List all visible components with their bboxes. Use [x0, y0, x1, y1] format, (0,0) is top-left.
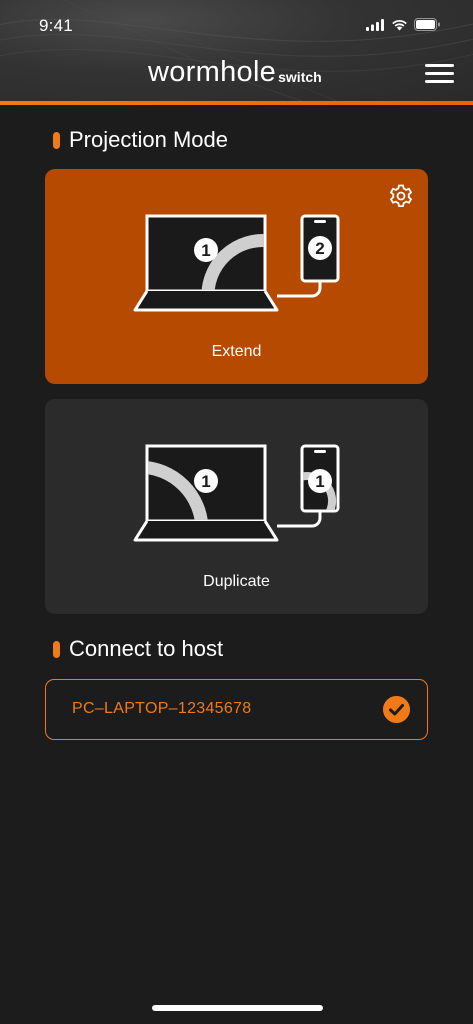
duplicate-label: Duplicate	[203, 573, 270, 590]
status-bar: 9:41	[0, 0, 473, 54]
extend-laptop-badge: 1	[201, 241, 210, 260]
gear-icon[interactable]	[388, 183, 414, 209]
cellular-signal-icon	[366, 18, 384, 31]
projection-mode-title: Projection Mode	[69, 127, 228, 152]
battery-icon	[414, 18, 440, 31]
app-logo: wormhole switch	[148, 56, 322, 88]
header-accent-line	[0, 101, 473, 105]
hamburger-menu-icon[interactable]	[425, 64, 455, 84]
duplicate-laptop-badge: 1	[201, 472, 210, 491]
extend-label: Extend	[211, 343, 262, 360]
extend-illustration: 1 2	[133, 214, 340, 312]
host-list-item[interactable]: PC–LAPTOP–12345678	[45, 679, 428, 740]
projection-mode-heading: Projection Mode	[53, 127, 228, 153]
connect-host-title: Connect to host	[69, 636, 224, 661]
section-marker	[53, 640, 60, 658]
logo-wordmark: wormhole	[148, 56, 277, 88]
wifi-icon	[392, 19, 407, 30]
extend-phone-badge: 2	[315, 239, 324, 258]
status-time: 9:41	[39, 16, 73, 35]
logo-subtitle: switch	[278, 69, 322, 85]
section-marker	[53, 131, 60, 149]
home-indicator[interactable]	[152, 1005, 323, 1011]
duplicate-illustration: 1 1	[133, 444, 340, 542]
duplicate-mode-card[interactable]: 1 1 Duplicate	[45, 399, 428, 614]
duplicate-phone-badge: 1	[315, 472, 324, 491]
checkmark-icon	[383, 696, 410, 723]
connect-host-heading: Connect to host	[53, 636, 223, 662]
host-name: PC–LAPTOP–12345678	[72, 700, 252, 717]
status-icons	[366, 18, 441, 31]
extend-mode-card[interactable]: 1 2 Extend	[45, 169, 428, 384]
